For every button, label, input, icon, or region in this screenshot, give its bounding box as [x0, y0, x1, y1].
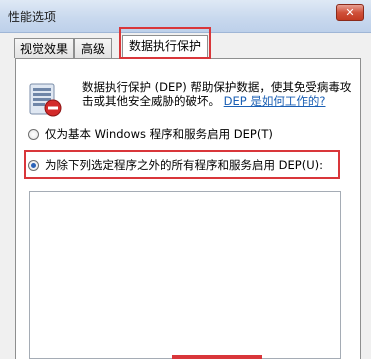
close-icon: ✕ — [345, 6, 355, 19]
close-button[interactable]: ✕ — [336, 4, 364, 21]
button-highlight-box — [172, 355, 262, 359]
tab-visual-effects[interactable]: 视觉效果 — [14, 38, 74, 58]
tab-advanced-label: 高级 — [80, 42, 105, 56]
tab-advanced[interactable]: 高级 — [74, 38, 112, 58]
title-bar: 性能选项 ✕ — [0, 0, 371, 33]
dep-help-link[interactable]: DEP 是如何工作的? — [224, 94, 326, 108]
dep-description: 数据执行保护 (DEP) 帮助保护数据，使其免受病毒攻击或其他安全威胁的破坏。 … — [82, 80, 352, 108]
option-basic-label: 仅为基本 Windows 程序和服务启用 DEP(T) — [45, 127, 273, 141]
option-basic-radio[interactable] — [28, 128, 39, 140]
tab-data-execution-prevention[interactable]: 数据执行保护 — [122, 35, 208, 58]
excluded-programs-list[interactable] — [29, 191, 341, 359]
performance-options-window: 性能选项 ✕ 视觉效果 高级 数据执行保护 数据执行保护 (DEP) 帮助保护数… — [0, 0, 371, 359]
tab-dep-label: 数据执行保护 — [128, 39, 201, 53]
option-highlight-box — [24, 150, 340, 179]
dep-shield-icon — [29, 83, 62, 117]
option-basic-row[interactable]: 仅为基本 Windows 程序和服务启用 DEP(T) — [28, 126, 273, 142]
tab-visual-effects-label: 视觉效果 — [19, 42, 68, 56]
window-title: 性能选项 — [8, 10, 57, 24]
